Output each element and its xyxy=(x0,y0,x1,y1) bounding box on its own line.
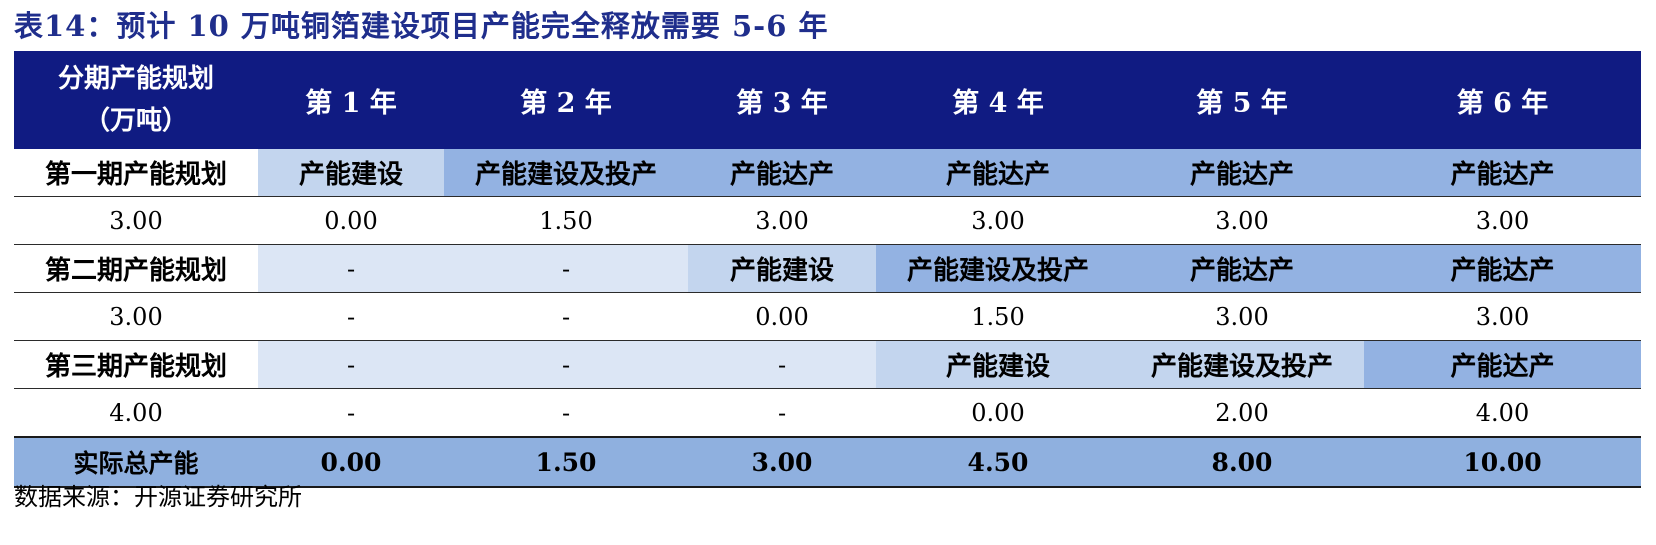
total-label: 实际总产能 xyxy=(14,436,258,488)
phase3-stage-year-5: 产能建设及投产 xyxy=(1120,340,1364,389)
phase1-stage-year-2: 产能建设及投产 xyxy=(444,149,688,197)
phase3-value-year-1: - xyxy=(258,388,444,437)
phase2-value-year-1: - xyxy=(258,292,444,341)
phase3-value-year-2: - xyxy=(444,388,688,437)
phase3-label: 第三期产能规划 xyxy=(14,340,258,389)
phase2-value-year-3: 0.00 xyxy=(688,292,876,341)
phase1-capacity: 3.00 xyxy=(14,196,258,245)
phase3-stage-year-4: 产能建设 xyxy=(876,340,1120,389)
phase3-stage-year-1: - xyxy=(258,340,444,389)
header-year-6: 第 6 年 xyxy=(1364,51,1641,149)
phase3-stage-row: 第三期产能规划 - - - 产能建设 产能建设及投产 产能达产 xyxy=(14,340,1641,389)
header-year-3: 第 3 年 xyxy=(688,51,876,149)
phase3-value-year-4: 0.00 xyxy=(876,388,1120,437)
phase1-stage-year-5: 产能达产 xyxy=(1120,149,1364,197)
phase1-value-year-6: 3.00 xyxy=(1364,196,1641,245)
capacity-release-table: 分期产能规划 （万吨） 第 1 年 第 2 年 第 3 年 第 4 年 第 5 … xyxy=(14,51,1641,488)
phase2-label: 第二期产能规划 xyxy=(14,244,258,293)
phase1-stage-year-4: 产能达产 xyxy=(876,149,1120,197)
phase1-value-year-4: 3.00 xyxy=(876,196,1120,245)
header-year-4: 第 4 年 xyxy=(876,51,1120,149)
phase3-value-row: 4.00 - - - 0.00 2.00 4.00 xyxy=(14,388,1641,437)
phase1-value-year-1: 0.00 xyxy=(258,196,444,245)
phase1-label: 第一期产能规划 xyxy=(14,149,258,197)
phase1-stage-row: 第一期产能规划 产能建设 产能建设及投产 产能达产 产能达产 产能达产 产能达产 xyxy=(14,149,1641,197)
phase1-value-year-5: 3.00 xyxy=(1120,196,1364,245)
phase3-value-year-3: - xyxy=(688,388,876,437)
header-year-1: 第 1 年 xyxy=(258,51,444,149)
total-value-year-1: 0.00 xyxy=(258,436,444,488)
page-title: 表14：预计 10 万吨铜箔建设项目产能完全释放需要 5-6 年 xyxy=(14,9,829,43)
phase3-stage-year-2: - xyxy=(444,340,688,389)
phase2-stage-year-5: 产能达产 xyxy=(1120,244,1364,293)
total-value-year-5: 8.00 xyxy=(1120,436,1364,488)
phase2-stage-row: 第二期产能规划 - - 产能建设 产能建设及投产 产能达产 产能达产 xyxy=(14,244,1641,293)
phase2-stage-year-4: 产能建设及投产 xyxy=(876,244,1120,293)
phase3-stage-year-6: 产能达产 xyxy=(1364,340,1641,389)
phase1-stage-year-3: 产能达产 xyxy=(688,149,876,197)
phase2-capacity: 3.00 xyxy=(14,292,258,341)
phase2-stage-year-6: 产能达产 xyxy=(1364,244,1641,293)
header-year-5: 第 5 年 xyxy=(1120,51,1364,149)
phase2-stage-year-3: 产能建设 xyxy=(688,244,876,293)
total-value-year-6: 10.00 xyxy=(1364,436,1641,488)
phase2-value-row: 3.00 - - 0.00 1.50 3.00 3.00 xyxy=(14,292,1641,341)
phase1-value-year-2: 1.50 xyxy=(444,196,688,245)
phase2-value-year-4: 1.50 xyxy=(876,292,1120,341)
header-phase-label: 分期产能规划 xyxy=(57,64,214,94)
phase1-stage-year-6: 产能达产 xyxy=(1364,149,1641,197)
total-value-year-2: 1.50 xyxy=(444,436,688,488)
phase1-stage-year-1: 产能建设 xyxy=(258,149,444,197)
total-value-year-4: 4.50 xyxy=(876,436,1120,488)
phase2-value-year-6: 3.00 xyxy=(1364,292,1641,341)
phase2-stage-year-1: - xyxy=(258,244,444,293)
phase1-value-year-3: 3.00 xyxy=(688,196,876,245)
total-value-year-3: 3.00 xyxy=(688,436,876,488)
header-unit-label: （万吨） xyxy=(83,106,188,136)
data-source-note: 数据来源：开源证券研究所 xyxy=(14,483,302,511)
phase1-value-row: 3.00 0.00 1.50 3.00 3.00 3.00 3.00 xyxy=(14,196,1641,245)
phase3-stage-year-3: - xyxy=(688,340,876,389)
phase3-value-year-6: 4.00 xyxy=(1364,388,1641,437)
header-year-2: 第 2 年 xyxy=(444,51,688,149)
phase3-value-year-5: 2.00 xyxy=(1120,388,1364,437)
phase2-value-year-5: 3.00 xyxy=(1120,292,1364,341)
total-capacity-row: 实际总产能 0.00 1.50 3.00 4.50 8.00 10.00 xyxy=(14,436,1641,488)
phase2-value-year-2: - xyxy=(444,292,688,341)
header-phase-column: 分期产能规划 （万吨） xyxy=(14,51,258,149)
phase2-stage-year-2: - xyxy=(444,244,688,293)
phase3-capacity: 4.00 xyxy=(14,388,258,437)
header-row: 分期产能规划 （万吨） 第 1 年 第 2 年 第 3 年 第 4 年 第 5 … xyxy=(14,51,1641,149)
